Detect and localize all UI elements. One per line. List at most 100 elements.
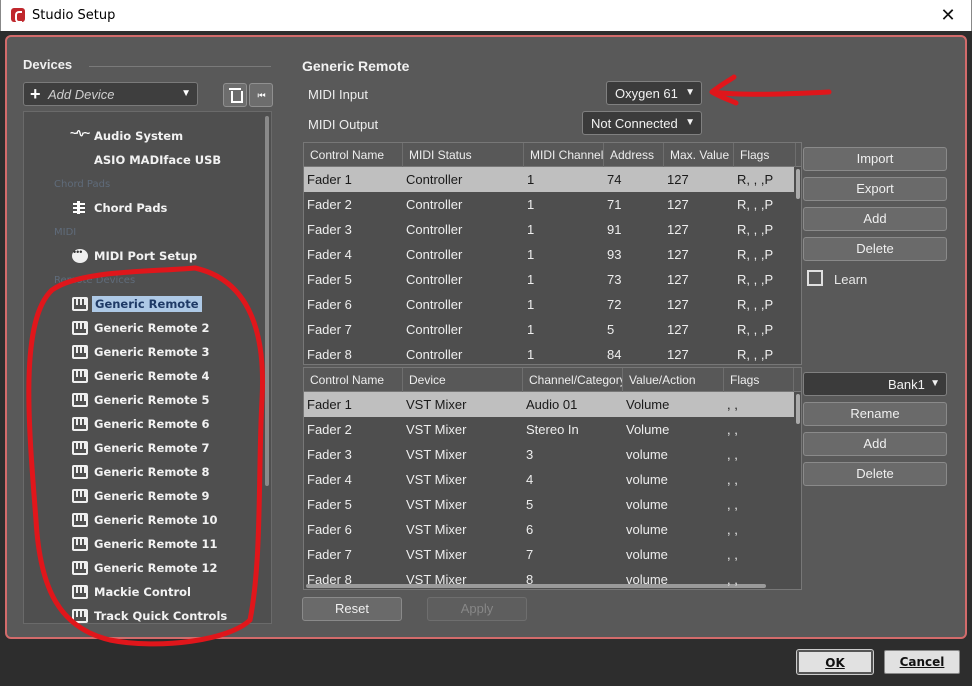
table-cell: , , bbox=[727, 422, 738, 437]
midi-output-dropdown[interactable]: Not Connected ▼ bbox=[582, 111, 702, 135]
table-row[interactable]: Fader 2 Controller 1 71 127 R, , ,P bbox=[304, 192, 794, 217]
table-cell: Fader 7 bbox=[307, 547, 352, 562]
tree-item[interactable]: Generic Remote 2 bbox=[24, 318, 264, 338]
tree-item[interactable]: Generic Remote 12 bbox=[24, 558, 264, 578]
controls-table-scrollbar[interactable] bbox=[796, 169, 800, 199]
tree-item[interactable]: Generic Remote 8 bbox=[24, 462, 264, 482]
keyboard-icon bbox=[72, 513, 88, 527]
column-header[interactable]: Max. Value bbox=[664, 143, 734, 167]
learn-checkbox[interactable] bbox=[807, 270, 823, 286]
column-header[interactable]: Channel/Category bbox=[523, 368, 623, 392]
table-row[interactable]: Fader 8 VST Mixer 8 volume , , bbox=[304, 567, 794, 589]
remove-device-button[interactable] bbox=[223, 83, 247, 107]
table-row[interactable]: Fader 7 VST Mixer 7 volume , , bbox=[304, 542, 794, 567]
keyboard-icon bbox=[72, 537, 88, 551]
delete-button[interactable]: Delete bbox=[803, 237, 947, 261]
table-row[interactable]: Fader 5 VST Mixer 5 volume , , bbox=[304, 492, 794, 517]
table-row[interactable]: Fader 8 Controller 1 84 127 R, , ,P bbox=[304, 342, 794, 364]
devices-divider bbox=[89, 66, 271, 67]
column-header[interactable]: Flags bbox=[734, 143, 796, 167]
table-row[interactable]: Fader 5 Controller 1 73 127 R, , ,P bbox=[304, 267, 794, 292]
tree-item-label: Generic Remote 9 bbox=[94, 489, 210, 503]
tree-category[interactable]: Remote Devices bbox=[24, 270, 264, 290]
add-button[interactable]: Add bbox=[803, 432, 947, 456]
tree-item[interactable]: Generic Remote 10 bbox=[24, 510, 264, 530]
table-cell: Controller bbox=[406, 272, 463, 287]
table-cell: , , bbox=[727, 497, 738, 512]
tree-item[interactable]: Mackie Control bbox=[24, 582, 264, 602]
waveform-icon bbox=[70, 126, 88, 143]
column-header[interactable]: MIDI Status bbox=[403, 143, 524, 167]
assignments-table[interactable]: Control Name Device Channel/Category Value/… bbox=[303, 367, 802, 590]
tree-item[interactable]: Generic Remote 5 bbox=[24, 390, 264, 410]
column-header[interactable]: Device bbox=[403, 368, 523, 392]
tree-item[interactable]: Generic Remote 7 bbox=[24, 438, 264, 458]
export-button[interactable]: Export bbox=[803, 177, 947, 201]
add-button[interactable]: Add bbox=[803, 207, 947, 231]
table-row[interactable]: Fader 6 Controller 1 72 127 R, , ,P bbox=[304, 292, 794, 317]
add-device-dropdown[interactable]: + Add Device ▼ bbox=[23, 82, 198, 106]
reset-button[interactable]: Reset bbox=[302, 597, 402, 621]
table-row[interactable]: Fader 1 VST Mixer Audio 01 Volume , , bbox=[304, 392, 794, 417]
column-header[interactable]: MIDI Channel bbox=[524, 143, 604, 167]
table-row[interactable]: Fader 4 Controller 1 93 127 R, , ,P bbox=[304, 242, 794, 267]
tree-item[interactable]: Generic Remote 11 bbox=[24, 534, 264, 554]
import-button[interactable]: Import bbox=[803, 147, 947, 171]
column-header[interactable]: Control Name bbox=[304, 368, 403, 392]
column-header[interactable]: Flags bbox=[724, 368, 794, 392]
table-cell: volume bbox=[626, 572, 668, 587]
tree-item-label: Generic Remote bbox=[92, 296, 202, 312]
tree-item[interactable]: ASIO MADIface USB bbox=[24, 150, 264, 170]
add-device-label: Add Device bbox=[48, 87, 115, 102]
table-row[interactable]: Fader 3 VST Mixer 3 volume , , bbox=[304, 442, 794, 467]
cancel-button[interactable]: Cancel bbox=[884, 650, 960, 674]
rename-button[interactable]: Rename bbox=[803, 402, 947, 426]
tree-category[interactable]: Chord Pads bbox=[24, 174, 264, 194]
keyboard-icon bbox=[72, 393, 88, 407]
table-cell: 127 bbox=[667, 222, 689, 237]
controls-table[interactable]: Control Name MIDI Status MIDI Channel Addre… bbox=[303, 142, 802, 365]
tree-item[interactable]: Chord Pads bbox=[24, 198, 264, 218]
midi-input-dropdown[interactable]: Oxygen 61 ▼ bbox=[606, 81, 702, 105]
table-cell: Fader 5 bbox=[307, 272, 352, 287]
tree-item[interactable]: Generic Remote 6 bbox=[24, 414, 264, 434]
table-row[interactable]: Fader 2 VST Mixer Stereo In Volume , , bbox=[304, 417, 794, 442]
tree-item[interactable]: Generic Remote bbox=[24, 294, 264, 314]
table-row[interactable]: Fader 4 VST Mixer 4 volume , , bbox=[304, 467, 794, 492]
bank-dropdown[interactable]: Bank1 ▼ bbox=[803, 372, 947, 396]
tree-item[interactable]: Generic Remote 4 bbox=[24, 366, 264, 386]
keyboard-icon bbox=[72, 441, 88, 455]
tree-item-label: Generic Remote 11 bbox=[94, 537, 218, 551]
tree-item[interactable]: MIDI Port Setup bbox=[24, 246, 264, 266]
tree-item[interactable]: Generic Remote 3 bbox=[24, 342, 264, 362]
delete-button[interactable]: Delete bbox=[803, 462, 947, 486]
column-header[interactable]: Control Name bbox=[304, 143, 403, 167]
tree-category[interactable]: MIDI bbox=[24, 222, 264, 242]
table-cell: R, , ,P bbox=[737, 272, 774, 287]
chevron-down-icon: ▼ bbox=[930, 378, 940, 389]
table-cell: Controller bbox=[406, 347, 463, 362]
reset-device-button[interactable]: ⏮ bbox=[249, 83, 273, 107]
tree-item[interactable]: Track Quick Controls bbox=[24, 606, 264, 623]
tree-item-label: Generic Remote 8 bbox=[94, 465, 210, 479]
table-row[interactable]: Fader 6 VST Mixer 6 volume , , bbox=[304, 517, 794, 542]
ok-button[interactable]: OK bbox=[796, 649, 874, 675]
apply-button[interactable]: Apply bbox=[427, 597, 527, 621]
table-cell: R, , ,P bbox=[737, 322, 774, 337]
table-cell: 7 bbox=[526, 547, 534, 562]
bank-value: Bank1 bbox=[888, 377, 925, 392]
tree-item[interactable]: Audio System bbox=[24, 126, 264, 146]
table-cell: R, , ,P bbox=[737, 172, 774, 187]
table-row[interactable]: Fader 3 Controller 1 91 127 R, , ,P bbox=[304, 217, 794, 242]
column-header[interactable]: Address bbox=[604, 143, 664, 167]
table-cell: 1 bbox=[527, 172, 535, 187]
table-row[interactable]: Fader 7 Controller 1 5 127 R, , ,P bbox=[304, 317, 794, 342]
column-header[interactable]: Value/Action bbox=[623, 368, 724, 392]
tree-item[interactable]: Generic Remote 9 bbox=[24, 486, 264, 506]
close-window-button[interactable]: ✕ bbox=[933, 4, 963, 26]
device-tree[interactable]: Audio System ASIO MADIface USB Chord Pads C… bbox=[23, 111, 272, 624]
assignments-table-scrollbar[interactable] bbox=[796, 394, 800, 424]
table-row[interactable]: Fader 1 Controller 1 74 127 R, , ,P bbox=[304, 167, 794, 192]
device-tree-scrollbar[interactable] bbox=[265, 116, 269, 486]
table-cell: R, , ,P bbox=[737, 347, 774, 362]
